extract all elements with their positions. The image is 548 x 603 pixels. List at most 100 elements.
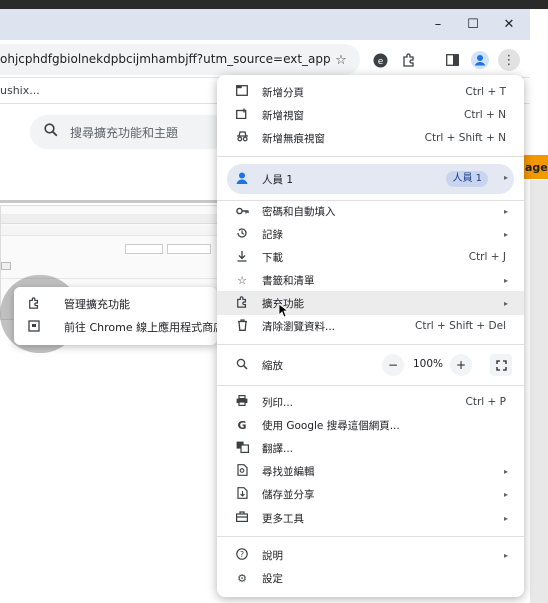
menu-print[interactable]: 列印... Ctrl + P xyxy=(217,391,524,413)
profile-badge: 人員 1 xyxy=(446,171,488,187)
menu-label: 說明 xyxy=(262,549,283,562)
menu-label: 下載 xyxy=(262,251,283,264)
side-tag-text: age xyxy=(525,161,548,174)
chevron-right-icon: ▸ xyxy=(503,489,508,499)
new-tab-icon xyxy=(235,85,249,99)
kebab-dot xyxy=(49,330,53,334)
menu-translate[interactable]: 翻譯... xyxy=(217,437,524,459)
menu-profile[interactable]: 人員 1 人員 1 ▸ xyxy=(227,164,514,194)
menu-separator xyxy=(217,536,524,537)
menu-separator xyxy=(217,156,524,157)
menu-extensions[interactable]: 擴充功能 ▸ xyxy=(217,292,524,314)
menu-label: 使用 Google 搜尋這個網頁... xyxy=(262,419,400,432)
menu-google-search[interactable]: G 使用 Google 搜尋這個網頁... xyxy=(217,414,524,436)
extensions-search-input[interactable]: 搜尋擴充功能和主題 xyxy=(30,115,230,149)
incognito-icon xyxy=(235,131,249,145)
menu-clear-data[interactable]: 清除瀏覽資料... Ctrl + Shift + Del xyxy=(217,315,524,337)
menu-new-window[interactable]: 新增視窗 Ctrl + N xyxy=(217,104,524,126)
mouse-cursor-icon xyxy=(278,303,290,321)
chevron-right-icon: ▸ xyxy=(503,550,508,560)
page-divider xyxy=(0,200,220,203)
trash-icon xyxy=(235,318,249,334)
menu-help[interactable]: ? 說明 ▸ xyxy=(217,544,524,566)
menu-label: 密碼和自動填入 xyxy=(262,205,336,218)
menu-separator xyxy=(217,344,524,345)
fullscreen-button[interactable] xyxy=(490,354,512,376)
kebab-dot xyxy=(49,298,53,302)
toolbox-icon xyxy=(235,511,249,525)
zoom-in-button[interactable]: + xyxy=(450,354,472,376)
google-icon: G xyxy=(237,418,247,432)
menu-settings[interactable]: ⚙ 設定 xyxy=(217,567,524,589)
search-placeholder: 搜尋擴充功能和主題 xyxy=(70,126,179,140)
find-icon xyxy=(235,463,249,479)
profile-avatar-icon[interactable] xyxy=(469,49,491,71)
bookmark-item[interactable]: ushix... xyxy=(0,84,40,97)
url-text: ohjcphdfgbiolnekdpbcijmhambjff?utm_sourc… xyxy=(0,52,330,66)
menu-label: 新增無痕視窗 xyxy=(262,132,325,145)
menu-shortcut: Ctrl + Shift + Del xyxy=(415,320,506,332)
menu-label: 尋找並編輯 xyxy=(262,465,315,478)
menu-separator xyxy=(217,385,524,386)
menu-save-share[interactable]: 儲存並分享 ▸ xyxy=(217,483,524,505)
history-icon xyxy=(235,227,249,242)
menu-history[interactable]: 記錄 ▸ xyxy=(217,223,524,245)
save-share-icon xyxy=(235,486,249,502)
svg-text:?: ? xyxy=(240,550,244,559)
extensions-puzzle-icon[interactable] xyxy=(398,49,420,71)
menu-label: 記錄 xyxy=(262,228,283,241)
chrome-menu: 新增分頁 Ctrl + T 新增視窗 Ctrl + N 新增無痕視窗 Ctrl … xyxy=(217,75,524,597)
manage-extensions-label: 管理擴充功能 xyxy=(64,298,130,311)
menu-shortcut: Ctrl + N xyxy=(463,109,506,121)
chevron-right-icon: ▸ xyxy=(503,275,508,285)
menu-shortcut: Ctrl + T xyxy=(465,86,506,98)
minimize-button[interactable]: – xyxy=(420,9,456,40)
extension-e-icon[interactable]: e xyxy=(369,49,391,71)
chevron-right-icon: ▸ xyxy=(503,206,508,216)
key-icon xyxy=(235,205,249,218)
web-store-label: 前往 Chrome 線上應用程式商店 xyxy=(64,321,225,334)
side-panel-icon[interactable] xyxy=(441,49,463,71)
menu-label: 翻譯... xyxy=(262,442,294,455)
print-icon xyxy=(235,395,249,409)
chevron-right-icon: ▸ xyxy=(503,466,508,476)
search-icon xyxy=(44,123,58,141)
menu-label: 縮放 xyxy=(262,359,283,372)
download-icon xyxy=(235,250,249,265)
close-button[interactable]: ✕ xyxy=(491,9,527,40)
menu-label: 新增視窗 xyxy=(262,109,304,122)
menu-label: 儲存並分享 xyxy=(262,488,315,501)
menu-label: 設定 xyxy=(262,572,283,585)
new-window-icon xyxy=(235,108,249,122)
chevron-right-icon: ▸ xyxy=(503,229,508,239)
chrome-menu-button[interactable]: ⋮ xyxy=(498,49,520,71)
web-store-item[interactable]: 前往 Chrome 線上應用程式商店 xyxy=(28,317,224,337)
menu-shortcut: Ctrl + Shift + N xyxy=(424,132,506,144)
menu-zoom: 縮放 xyxy=(217,354,524,376)
zoom-out-button[interactable]: − xyxy=(382,354,404,376)
menu-new-tab[interactable]: 新增分頁 Ctrl + T xyxy=(217,81,524,103)
manage-extensions-item[interactable]: 管理擴充功能 xyxy=(28,294,130,314)
zoom-value: 100% xyxy=(413,358,444,370)
settings-icon: ⚙ xyxy=(237,571,247,585)
chevron-right-icon: ▸ xyxy=(503,298,508,308)
chevron-right-icon: ▸ xyxy=(503,513,508,523)
bookmark-star-icon[interactable]: ☆ xyxy=(330,49,352,71)
profile-label: 人員 1 xyxy=(262,174,294,186)
menu-downloads[interactable]: 下載 Ctrl + J xyxy=(217,246,524,268)
menu-label: 更多工具 xyxy=(262,512,304,525)
menu-passwords[interactable]: 密碼和自動填入 ▸ xyxy=(217,200,524,222)
os-top-strip xyxy=(0,0,548,9)
menu-more-tools[interactable]: 更多工具 ▸ xyxy=(217,507,524,529)
menu-find-edit[interactable]: 尋找並編輯 ▸ xyxy=(217,460,524,482)
menu-label: 書籤和清單 xyxy=(262,274,315,287)
zoom-icon xyxy=(235,358,249,373)
menu-bookmarks[interactable]: ☆ 書籤和清單 ▸ xyxy=(217,269,524,291)
chevron-right-icon: ▸ xyxy=(503,173,508,182)
svg-text:e: e xyxy=(377,57,383,67)
maximize-button[interactable]: ☐ xyxy=(455,9,491,40)
puzzle-icon xyxy=(235,295,249,311)
menu-incognito[interactable]: 新增無痕視窗 Ctrl + Shift + N xyxy=(217,127,524,149)
translate-icon xyxy=(235,441,249,456)
menu-shortcut: Ctrl + P xyxy=(465,396,507,408)
